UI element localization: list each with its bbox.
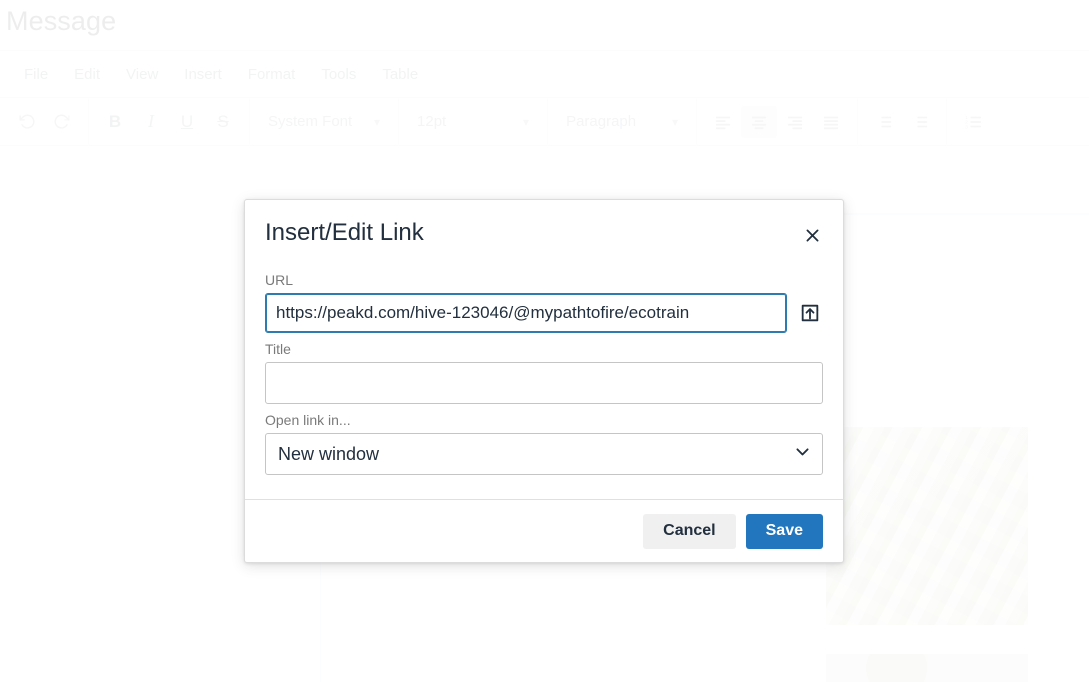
menu-item-file[interactable]: File — [14, 62, 58, 87]
align-center-icon[interactable] — [741, 105, 778, 138]
underline-button[interactable]: U — [169, 106, 205, 138]
insert-edit-link-dialog: Insert/Edit Link URL https://peakd.com/h… — [244, 199, 844, 563]
block-format-value: Paragraph — [566, 113, 637, 130]
redo-icon[interactable] — [44, 106, 80, 138]
open-link-in-select[interactable]: New window — [265, 433, 823, 475]
toolbar-group-indent — [858, 97, 948, 146]
toolbar: B I U S System Font ▾ 12pt ▾ Paragraph ▾… — [0, 97, 1089, 146]
toolbar-group-history — [0, 97, 89, 146]
numbered-list-icon[interactable]: 1 2 3 — [955, 106, 991, 138]
menu-item-tools[interactable]: Tools — [311, 62, 366, 87]
open-link-in-group: Open link in... New window — [265, 412, 823, 475]
save-button[interactable]: Save — [745, 513, 823, 549]
toolbar-group-inline-styles: B I U S — [89, 97, 250, 146]
outdent-icon[interactable] — [866, 106, 902, 138]
chevron-down-icon: ▾ — [672, 114, 679, 129]
undo-icon[interactable] — [8, 106, 44, 138]
svg-text:3: 3 — [965, 124, 968, 129]
font-size-value: 12pt — [417, 113, 447, 130]
title-input[interactable] — [265, 362, 823, 404]
italic-button[interactable]: I — [133, 106, 169, 138]
font-family-value: System Font — [268, 113, 353, 130]
dialog-footer: Cancel Save — [245, 499, 843, 562]
dialog-title: Insert/Edit Link — [265, 219, 424, 246]
font-family-select[interactable]: System Font ▾ — [258, 106, 390, 138]
open-external-link-icon[interactable] — [797, 300, 823, 326]
block-format-select[interactable]: Paragraph ▾ — [556, 106, 688, 138]
page-title: Message — [6, 6, 117, 36]
app-root: Message File Edit View Insert Format Too… — [0, 0, 1089, 682]
toolbar-group-block-format: Paragraph ▾ — [548, 97, 698, 146]
url-input-row — [265, 293, 823, 333]
strikethrough-button[interactable]: S — [205, 106, 241, 138]
toolbar-group-lists: 1 2 3 — [947, 98, 999, 146]
menu-item-edit[interactable]: Edit — [64, 62, 110, 87]
align-justify-icon[interactable] — [813, 106, 849, 138]
menubar: File Edit View Insert Format Tools Table — [0, 50, 1089, 98]
dialog-header: Insert/Edit Link — [245, 200, 843, 254]
open-link-in-label: Open link in... — [265, 412, 351, 428]
url-input[interactable] — [265, 293, 787, 333]
toolbar-group-fontsize: 12pt ▾ — [399, 97, 549, 146]
url-label: URL — [265, 272, 294, 288]
url-field-group: URL — [265, 272, 823, 333]
fruit-plates-photo — [826, 654, 1028, 682]
font-size-select[interactable]: 12pt ▾ — [407, 106, 539, 138]
cancel-button[interactable]: Cancel — [643, 513, 736, 549]
toolbar-group-font: System Font ▾ — [250, 97, 400, 146]
title-field-group: Title — [265, 341, 823, 404]
toolbar-group-alignment — [697, 97, 859, 146]
menu-item-insert[interactable]: Insert — [174, 62, 232, 87]
chevron-down-icon: ▾ — [374, 114, 381, 129]
open-link-in-select-wrap: New window — [265, 433, 823, 475]
menu-item-view[interactable]: View — [116, 62, 168, 87]
close-icon[interactable] — [797, 220, 827, 250]
dialog-body: URL Title — [245, 254, 843, 499]
indent-icon[interactable] — [902, 106, 938, 138]
align-left-icon[interactable] — [705, 106, 741, 138]
chevron-down-icon: ▾ — [523, 114, 530, 129]
title-label: Title — [265, 341, 291, 357]
menu-item-table[interactable]: Table — [372, 62, 428, 87]
open-link-in-value: New window — [278, 443, 380, 464]
align-right-icon[interactable] — [777, 106, 813, 138]
bold-button[interactable]: B — [97, 106, 133, 138]
menu-item-format[interactable]: Format — [238, 62, 306, 87]
asparagus-bunches-photo — [826, 427, 1028, 625]
